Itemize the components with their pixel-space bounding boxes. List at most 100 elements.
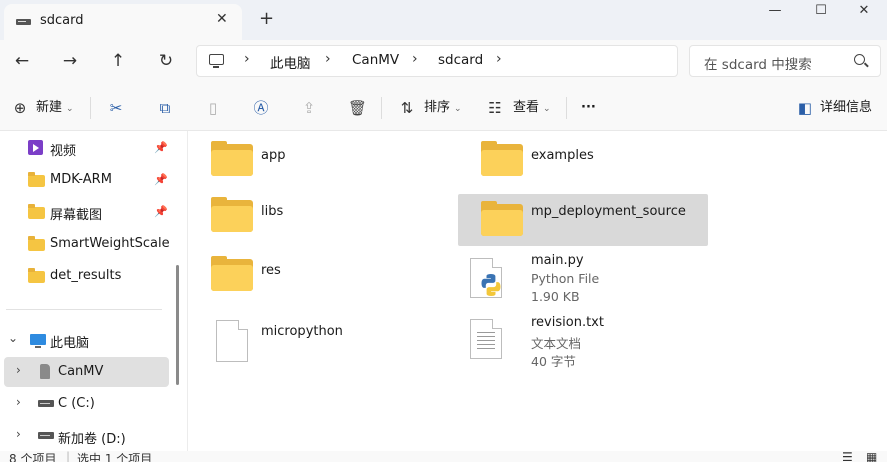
close-window-button[interactable]: ✕ <box>841 0 887 24</box>
view-button[interactable]: 查看 ⌄ <box>513 97 551 119</box>
chevron-right-icon[interactable]: › <box>16 395 21 409</box>
selection-count: 选中 1 个项目 <box>77 452 153 462</box>
chevron-down-icon[interactable]: ⌄ <box>8 331 18 345</box>
breadcrumb-canmv[interactable]: CanMV <box>352 52 399 68</box>
chevron-down-icon: ⌄ <box>543 104 551 114</box>
sidebar-item-mdk-arm[interactable]: MDK-ARM 📌 <box>4 165 169 195</box>
tab-sdcard[interactable]: sdcard ✕ <box>4 4 242 40</box>
rename-icon[interactable]: Ⓐ <box>252 98 270 118</box>
file-list: app examples libs mp_deployment_source r… <box>188 131 887 451</box>
folder-icon <box>211 256 253 291</box>
sidebar-item-label: 屏幕截图 <box>50 208 103 223</box>
details-pane-icon: ◧ <box>797 99 813 117</box>
sidebar-item-this-pc[interactable]: ⌄ 此电脑 <box>4 325 169 355</box>
file-type: Python File <box>531 271 600 286</box>
back-button[interactable]: ← <box>6 48 38 74</box>
sidebar-scrollbar[interactable] <box>176 265 179 385</box>
divider: | <box>66 451 71 462</box>
file-icon <box>216 320 248 362</box>
sidebar-item-label: 此电脑 <box>50 336 90 351</box>
breadcrumb-this-pc[interactable]: 此电脑 <box>270 52 311 72</box>
details-view-icon[interactable]: ☰ <box>842 451 853 462</box>
view-label: 查看 <box>513 100 540 115</box>
video-icon <box>28 140 43 155</box>
sort-icon: ⇅ <box>400 99 414 117</box>
divider <box>90 97 91 119</box>
new-tab-button[interactable]: + <box>259 8 274 29</box>
file-revision-txt[interactable]: revision.txt 文本文档 40 字节 <box>458 315 708 371</box>
status-bar: 8 个项目 | 选中 1 个项目 ☰ ▦ <box>0 451 887 462</box>
file-name: micropython <box>261 324 343 339</box>
chevron-right-icon[interactable]: › <box>16 363 21 377</box>
divider <box>6 309 162 310</box>
pin-icon: 📌 <box>154 205 168 218</box>
drive-icon <box>16 19 31 25</box>
navigation-bar: ← → ↑ ↻ › 此电脑 › CanMV › sdcard › 在 sdcar… <box>0 40 887 85</box>
file-main-py[interactable]: main.py Python File 1.90 KB <box>458 252 708 308</box>
search-input[interactable]: 在 sdcard 中搜索 <box>704 53 812 73</box>
share-icon[interactable]: ⇪ <box>300 98 318 118</box>
chevron-down-icon: ⌄ <box>454 104 462 114</box>
delete-icon[interactable]: 🗑 <box>348 98 367 118</box>
tab-title: sdcard <box>40 13 84 28</box>
sidebar-item-screenshots[interactable]: 屏幕截图 📌 <box>4 197 169 227</box>
copy-icon[interactable]: ⧉ <box>156 98 174 118</box>
file-name: revision.txt <box>531 315 604 330</box>
breadcrumb-separator-icon[interactable]: › <box>325 51 331 67</box>
address-bar[interactable]: › 此电脑 › CanMV › sdcard › <box>196 45 678 77</box>
new-button[interactable]: 新建 ⌄ <box>36 97 74 119</box>
search-box[interactable]: 在 sdcard 中搜索 <box>689 45 881 77</box>
file-name: main.py <box>531 253 584 268</box>
navigation-pane: 视频 📌 MDK-ARM 📌 屏幕截图 📌 SmartWeightScale d… <box>0 131 172 451</box>
details-button[interactable]: 详细信息 <box>820 97 872 119</box>
disk-icon <box>38 400 54 407</box>
title-bar: sdcard ✕ + — ☐ ✕ <box>0 0 887 40</box>
breadcrumb-separator-icon[interactable]: › <box>496 51 502 67</box>
text-lines-icon <box>477 332 495 352</box>
divider <box>566 97 567 119</box>
python-file-icon <box>470 258 502 298</box>
close-tab-icon[interactable]: ✕ <box>216 11 228 27</box>
file-name: app <box>261 148 286 163</box>
sidebar-item-c-drive[interactable]: › C (C:) <box>4 389 169 419</box>
up-button[interactable]: ↑ <box>102 48 134 74</box>
folder-icon <box>28 204 45 219</box>
breadcrumb-sdcard[interactable]: sdcard <box>438 52 483 68</box>
sidebar-item-label: 新加卷 (D:) <box>58 432 126 447</box>
folder-app[interactable]: app <box>188 132 438 184</box>
folder-examples[interactable]: examples <box>458 132 708 184</box>
cut-icon[interactable]: ✂ <box>107 98 125 118</box>
text-file-icon <box>470 319 502 359</box>
file-name: mp_deployment_source <box>531 204 686 219</box>
breadcrumb-separator-icon[interactable]: › <box>244 51 250 67</box>
folder-icon <box>481 141 523 176</box>
sidebar-item-canmv[interactable]: › CanMV <box>4 357 169 387</box>
sidebar-item-d-drive[interactable]: › 新加卷 (D:) <box>4 421 169 451</box>
tiles-view-icon[interactable]: ▦ <box>866 451 877 462</box>
sidebar-item-label: det_results <box>50 268 122 283</box>
sidebar-item-label: SmartWeightScale <box>50 236 170 251</box>
folder-res[interactable]: res <box>188 247 438 299</box>
sidebar-item-videos[interactable]: 视频 📌 <box>4 133 169 163</box>
file-name: res <box>261 263 281 278</box>
sidebar-item-smartweightscale[interactable]: SmartWeightScale <box>4 229 170 259</box>
computer-icon <box>209 54 224 68</box>
folder-libs[interactable]: libs <box>188 188 438 240</box>
pin-icon: 📌 <box>154 173 168 186</box>
sidebar-item-det-results[interactable]: det_results <box>4 261 169 291</box>
folder-icon <box>28 172 45 187</box>
file-micropython[interactable]: micropython <box>188 316 438 368</box>
breadcrumb-separator-icon[interactable]: › <box>412 51 418 67</box>
maximize-button[interactable]: ☐ <box>798 0 844 24</box>
folder-mp-deployment-source[interactable]: mp_deployment_source <box>458 194 708 246</box>
refresh-button[interactable]: ↻ <box>150 48 182 74</box>
minimize-button[interactable]: — <box>752 0 798 24</box>
chevron-right-icon[interactable]: › <box>16 427 21 441</box>
folder-icon <box>211 141 253 176</box>
forward-button[interactable]: → <box>54 48 86 74</box>
folder-icon <box>28 236 45 251</box>
paste-icon[interactable]: ▯ <box>204 98 222 118</box>
more-options-button[interactable]: ··· <box>581 97 596 119</box>
sort-button[interactable]: 排序 ⌄ <box>424 97 462 119</box>
folder-icon <box>211 197 253 232</box>
